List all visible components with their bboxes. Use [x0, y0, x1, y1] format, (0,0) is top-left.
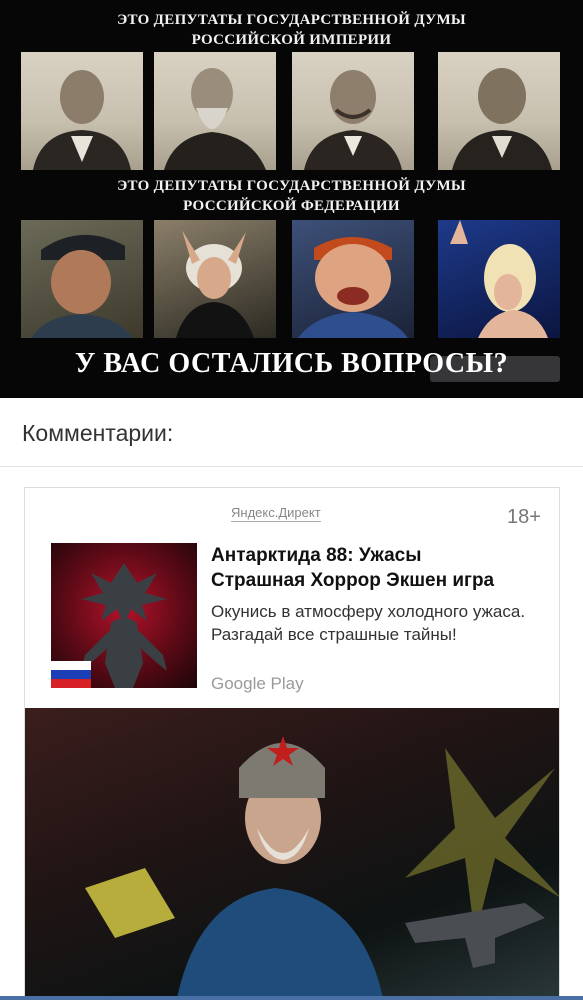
meme-question: У ВАС ОСТАЛИСЬ ВОПРОСЫ?: [74, 348, 509, 379]
russian-flag-icon: [51, 661, 91, 688]
age-rating-badge: 18+: [507, 506, 541, 528]
meme-heading-top: ЭТО ДЕПУТАТЫ ГОСУДАРСТВЕННОЙ ДУМЫ РОССИЙ…: [0, 10, 583, 50]
ad-card[interactable]: Яндекс.Директ 18+ Антарктида 88: Ужасы С…: [24, 487, 560, 1000]
comments-title: Комментарии:: [22, 420, 174, 446]
meme-image[interactable]: ЭТО ДЕПУТАТЫ ГОСУДАРСТВЕННОЙ ДУМЫ РОССИЙ…: [0, 0, 583, 398]
divider: [0, 466, 583, 467]
portrait-photo: [21, 52, 143, 170]
portrait-photo: [154, 52, 276, 170]
portrait-photo: [21, 220, 143, 338]
meme-heading-bottom: ЭТО ДЕПУТАТЫ ГОСУДАРСТВЕННОЙ ДУМЫ РОССИЙ…: [0, 176, 583, 216]
ad-title-line2[interactable]: Страшная Хоррор Экшен игра: [211, 568, 551, 593]
photo-row-empire: [21, 52, 563, 170]
meme-heading-top-line2: РОССИЙСКОЙ ИМПЕРИИ: [191, 32, 392, 48]
meme-heading-bottom-line2: РОССИЙСКОЙ ФЕДЕРАЦИИ: [183, 198, 400, 214]
portrait-photo: [292, 52, 414, 170]
photo-row-federation: [21, 220, 563, 338]
ad-description: Окунись в атмосферу холодного ужаса. Раз…: [211, 602, 526, 644]
ad-store-label: Google Play: [211, 674, 304, 693]
ad-thumbnail[interactable]: [51, 543, 197, 688]
meme-heading-bottom-line1: ЭТО ДЕПУТАТЫ ГОСУДАРСТВЕННОЙ ДУМЫ: [117, 178, 466, 194]
ad-title[interactable]: Антарктида 88: Ужасы Страшная Хоррор Экш…: [211, 543, 551, 593]
ad-title-line1[interactable]: Антарктида 88: Ужасы: [211, 543, 551, 568]
portrait-photo: [154, 220, 276, 338]
portrait-photo: [438, 220, 560, 338]
portrait-photo: [438, 52, 560, 170]
meme-heading-top-line1: ЭТО ДЕПУТАТЫ ГОСУДАРСТВЕННОЙ ДУМЫ: [117, 12, 466, 28]
bottom-edge-bar: [0, 996, 583, 1000]
ad-source-link[interactable]: Яндекс.Директ: [231, 505, 321, 522]
portrait-photo: [292, 220, 414, 338]
ad-banner-image[interactable]: [25, 708, 559, 1000]
